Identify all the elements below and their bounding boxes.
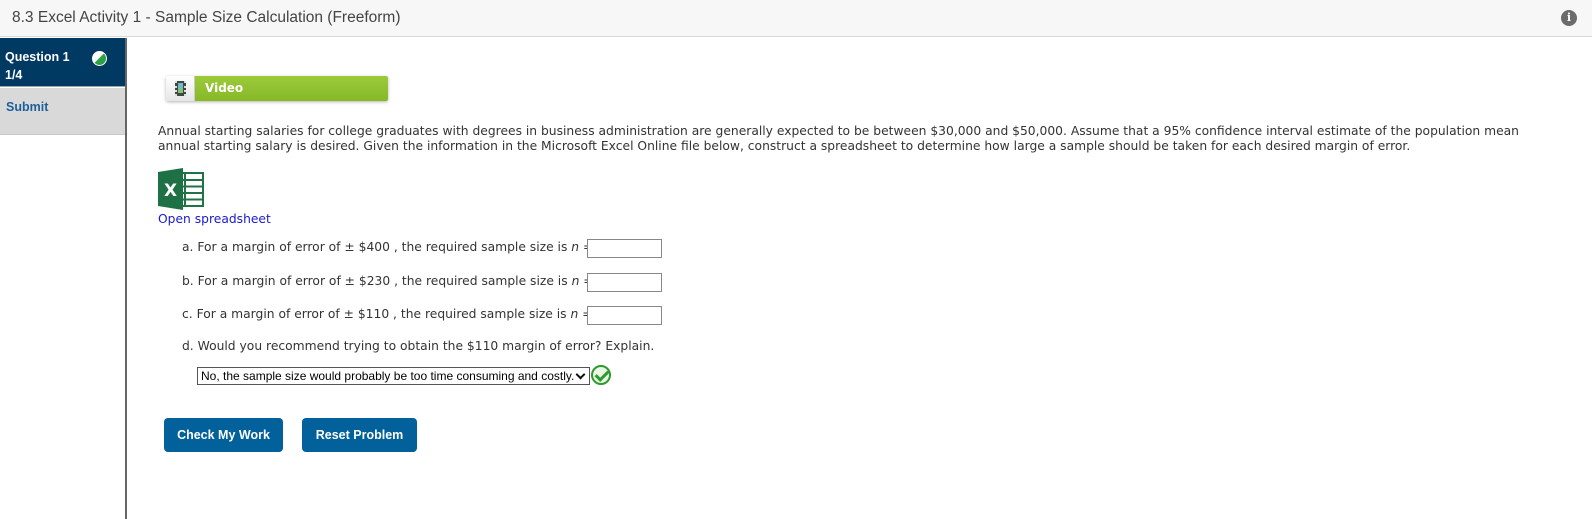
question-progress: 1/4 [5, 68, 23, 82]
answer-input-a[interactable] [587, 239, 662, 258]
n-variable: n [570, 307, 579, 321]
sidebar: Question 1 1/4 Submit [0, 38, 127, 519]
question-a: a. For a margin of error of ± $400 , the… [182, 240, 593, 254]
title-bar: 8.3 Excel Activity 1 - Sample Size Calcu… [0, 0, 1592, 37]
question-d: d. Would you recommend trying to obtain … [182, 339, 654, 353]
selected-option: No, the sample size would probably be to… [201, 369, 575, 383]
question-label: Question 1 [5, 50, 70, 64]
chevron-down-icon [575, 369, 586, 380]
check-my-work-button[interactable]: Check My Work [164, 418, 283, 452]
question-text: For a margin of error of ± $230 , the re… [197, 274, 568, 288]
video-label: Video [205, 81, 244, 95]
n-variable: n [571, 240, 580, 254]
info-icon[interactable]: i [1561, 10, 1577, 26]
question-letter: d. [182, 339, 194, 353]
video-label-box: Video [195, 76, 388, 101]
question-text: For a margin of error of ± $400 , the re… [197, 240, 568, 254]
question-letter: a. [182, 240, 194, 254]
reset-problem-button[interactable]: Reset Problem [302, 418, 417, 452]
partial-complete-icon [92, 51, 107, 66]
sidebar-item-submit[interactable]: Submit [0, 88, 125, 135]
question-letter: b. [182, 274, 194, 288]
sidebar-item-question-1[interactable]: Question 1 1/4 [0, 38, 125, 87]
answer-select-d[interactable]: No, the sample size would probably be to… [197, 367, 590, 385]
n-variable: n [571, 274, 580, 288]
film-icon [175, 81, 186, 96]
video-icon-box [166, 76, 195, 101]
answer-input-b[interactable] [587, 273, 662, 292]
question-c: c. For a margin of error of ± $110 , the… [182, 307, 593, 321]
question-text: Would you recommend trying to obtain the… [197, 339, 655, 353]
question-text: For a margin of error of ± $110 , the re… [196, 307, 567, 321]
video-button[interactable]: Video [166, 76, 388, 101]
question-b: b. For a margin of error of ± $230 , the… [182, 274, 594, 288]
page-title: 8.3 Excel Activity 1 - Sample Size Calcu… [12, 9, 401, 26]
excel-icon[interactable]: X [158, 168, 204, 210]
correct-check-icon [591, 365, 611, 385]
answer-input-c[interactable] [587, 306, 662, 325]
submit-label: Submit [6, 100, 49, 114]
question-letter: c. [182, 307, 193, 321]
open-spreadsheet-link[interactable]: Open spreadsheet [158, 212, 271, 226]
problem-intro: Annual starting salaries for college gra… [158, 124, 1519, 153]
svg-text:X: X [164, 181, 177, 201]
